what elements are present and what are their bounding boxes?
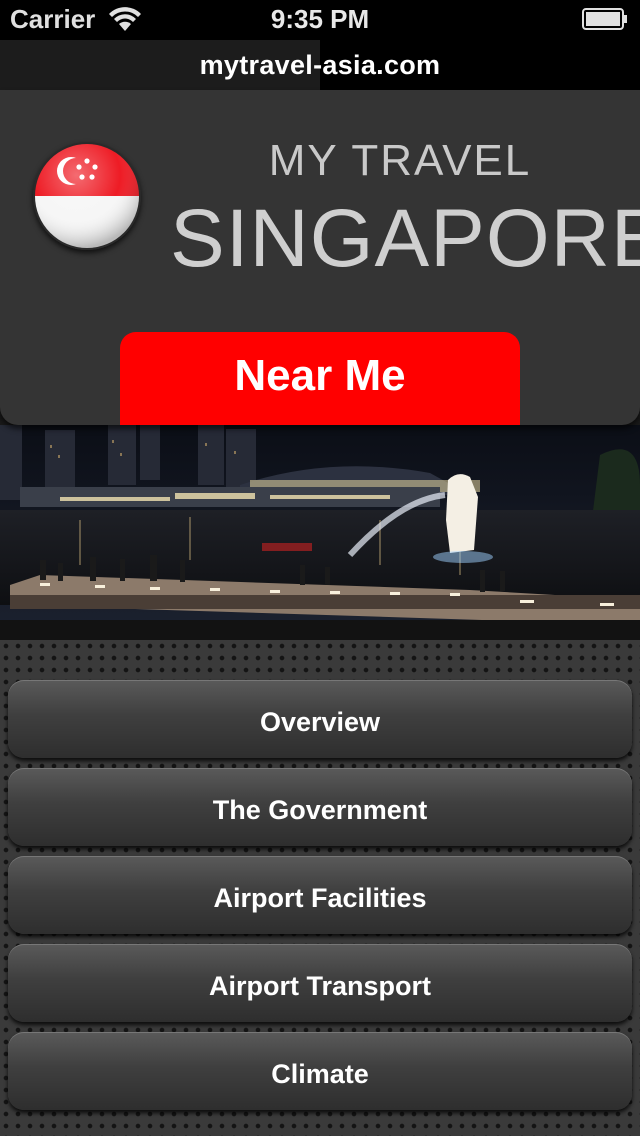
header-panel: MY TRAVEL SINGAPORE Near Me: [0, 90, 640, 425]
status-time: 9:35 PM: [270, 4, 370, 34]
near-me-button[interactable]: Near Me: [120, 332, 520, 425]
app-title-large: SINGAPORE: [170, 193, 640, 284]
menu-item-climate[interactable]: Climate: [8, 1032, 632, 1110]
singapore-flag-icon: [33, 142, 141, 250]
site-url: mytravel-asia.com: [199, 50, 441, 80]
url-bar: mytravel-asia.com: [0, 40, 640, 90]
menu-item-overview[interactable]: Overview: [8, 680, 632, 758]
menu-list: Overview The Government Airport Faciliti…: [0, 640, 640, 1136]
city-photo: [0, 425, 640, 640]
app-title-small: MY TRAVEL: [268, 136, 532, 185]
menu-item-the-government[interactable]: The Government: [8, 768, 632, 846]
status-bar: Carrier 9:35 PM: [0, 0, 640, 40]
menu-item-airport-transport[interactable]: Airport Transport: [8, 944, 632, 1022]
battery-icon: [582, 8, 627, 30]
menu-item-airport-facilities[interactable]: Airport Facilities: [8, 856, 632, 934]
